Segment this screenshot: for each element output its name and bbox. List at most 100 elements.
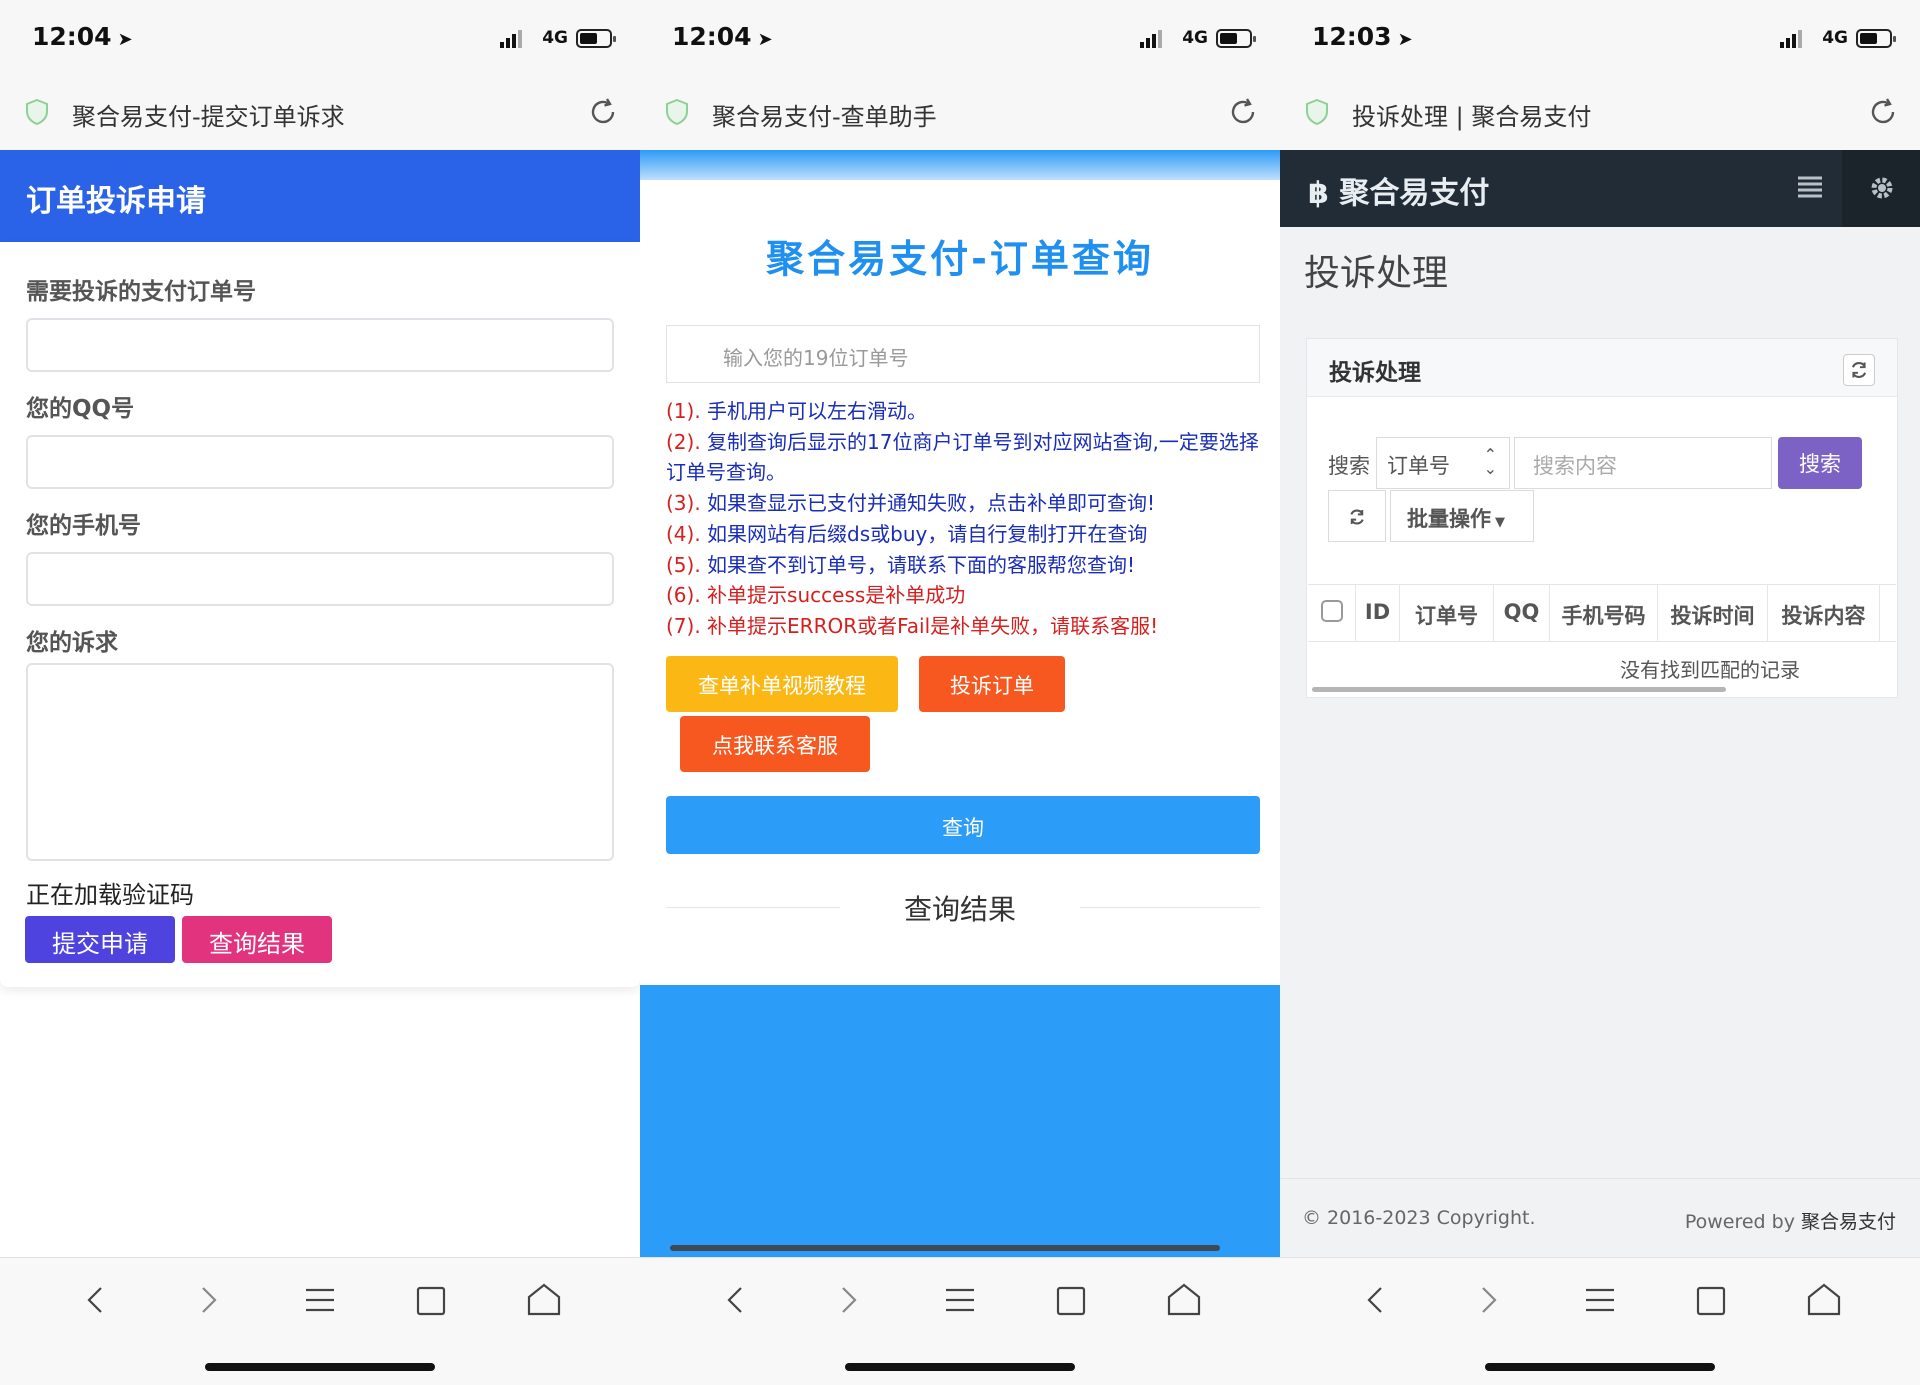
- appeal-label: 您的诉求: [26, 630, 118, 656]
- order-number-input[interactable]: [26, 318, 614, 372]
- query-page-title: 聚合易支付-订单查询: [766, 237, 1154, 281]
- column-header-qq[interactable]: QQ: [1494, 585, 1550, 641]
- column-header-id[interactable]: ID: [1356, 585, 1400, 641]
- tabs-icon[interactable]: [1692, 1280, 1732, 1320]
- column-header-order[interactable]: 订单号: [1400, 585, 1494, 641]
- reload-icon[interactable]: [1228, 97, 1258, 127]
- refresh-icon: [1350, 509, 1364, 525]
- menu-icon[interactable]: [300, 1280, 340, 1320]
- page-footer: © 2016-2023 Copyright. Powered by 聚合易支付: [1280, 1178, 1920, 1257]
- panel-refresh-button[interactable]: [1843, 354, 1875, 386]
- hamburger-icon[interactable]: [1796, 174, 1824, 200]
- query-result-button[interactable]: 查询结果: [182, 916, 332, 963]
- refresh-icon: [1851, 362, 1867, 378]
- status-bar: 12:03 ➤ 4G: [1280, 0, 1920, 75]
- home-icon[interactable]: [524, 1280, 564, 1320]
- order-search-input[interactable]: 输入您的19位订单号: [666, 325, 1260, 383]
- brand[interactable]: ฿ 聚合易支付: [1308, 168, 1489, 212]
- page-title-text: 投诉处理 | 聚合易支付: [1352, 103, 1592, 131]
- browser-bottom-nav: [1280, 1257, 1920, 1385]
- select-all-cell: [1308, 585, 1356, 641]
- admin-navbar: ฿ 聚合易支付: [1280, 150, 1920, 227]
- copyright-text: © 2016-2023 Copyright.: [1302, 1207, 1536, 1229]
- captcha-status: 正在加载验证码: [26, 881, 194, 909]
- settings-button[interactable]: [1842, 150, 1920, 227]
- top-banner: [640, 150, 1280, 180]
- shield-icon: [1306, 99, 1328, 125]
- contact-service-button[interactable]: 点我联系客服: [680, 716, 870, 772]
- reload-icon[interactable]: [1868, 97, 1898, 127]
- screenshot-triptych: 12:04 ➤ 4G 聚合易支付-提交订单诉求 订单投诉申请 需要投诉的支付订单号…: [0, 0, 1920, 1385]
- shield-icon: [26, 99, 48, 125]
- signal-icon: [1780, 30, 1804, 48]
- search-field-select[interactable]: 订单号 ⌃ ⌄: [1376, 437, 1510, 489]
- scroll-indicator: [670, 1245, 1220, 1251]
- back-icon[interactable]: [1356, 1280, 1396, 1320]
- browser-bottom-nav: [0, 1257, 640, 1385]
- search-content-input[interactable]: 搜索内容: [1514, 437, 1772, 489]
- horizontal-scrollbar[interactable]: [1312, 687, 1726, 692]
- complaint-form-screen: 12:04 ➤ 4G 聚合易支付-提交订单诉求 订单投诉申请 需要投诉的支付订单号…: [0, 0, 640, 1385]
- refresh-button[interactable]: [1328, 490, 1386, 542]
- menu-icon[interactable]: [940, 1280, 980, 1320]
- complaint-admin-screen: 12:03 ➤ 4G 投诉处理 | 聚合易支付 ฿ 聚合易支付 投诉处理 投诉处理: [1280, 0, 1920, 1385]
- back-icon[interactable]: [716, 1280, 756, 1320]
- page-title-text: 聚合易支付-查单助手: [712, 103, 937, 131]
- select-all-checkbox[interactable]: [1320, 600, 1343, 622]
- signal-icon: [500, 30, 524, 48]
- search-button[interactable]: 搜索: [1778, 437, 1862, 489]
- order-number-label: 需要投诉的支付订单号: [26, 279, 256, 305]
- menu-icon[interactable]: [1580, 1280, 1620, 1320]
- column-header-time[interactable]: 投诉时间: [1658, 585, 1768, 641]
- forward-icon[interactable]: [1468, 1280, 1508, 1320]
- network-label: 4G: [1182, 28, 1208, 48]
- location-arrow-icon: ➤: [757, 29, 773, 50]
- home-indicator: [1485, 1363, 1715, 1371]
- powered-by: Powered by 聚合易支付: [1684, 1211, 1896, 1233]
- column-header-content[interactable]: 投诉内容: [1768, 585, 1880, 641]
- address-bar[interactable]: 聚合易支付-提交订单诉求: [0, 75, 640, 150]
- back-icon[interactable]: [76, 1280, 116, 1320]
- forward-icon[interactable]: [828, 1280, 868, 1320]
- tip-item: (5). 如果查不到订单号，请联系下面的客服帮您查询!: [666, 552, 1136, 577]
- tutorial-button[interactable]: 查单补单视频教程: [666, 656, 898, 712]
- location-arrow-icon: ➤: [1397, 29, 1413, 50]
- qq-input[interactable]: [26, 435, 614, 489]
- submit-button[interactable]: 提交申请: [25, 916, 175, 963]
- tip-item: (3). 如果查显示已支付并通知失败，点击补单即可查询!: [666, 491, 1156, 516]
- home-icon[interactable]: [1804, 1280, 1844, 1320]
- query-button[interactable]: 查询: [666, 796, 1260, 854]
- reload-icon[interactable]: [588, 97, 618, 127]
- browser-bottom-nav: [640, 1257, 1280, 1385]
- tabs-icon[interactable]: [1052, 1280, 1092, 1320]
- complain-order-button[interactable]: 投诉订单: [919, 656, 1065, 712]
- result-title: 查询结果: [840, 888, 1080, 928]
- bitcoin-icon: ฿: [1308, 176, 1329, 211]
- powered-by-link[interactable]: 聚合易支付: [1801, 1211, 1896, 1233]
- appeal-textarea[interactable]: [26, 663, 614, 861]
- tip-item: (7). 补单提示ERROR或者Fail是补单失败，请联系客服!: [666, 613, 1159, 638]
- order-search-placeholder: 输入您的19位订单号: [723, 346, 909, 370]
- battery-icon: [576, 29, 616, 48]
- column-header-phone[interactable]: 手机号码: [1550, 585, 1658, 641]
- battery-icon: [1856, 29, 1896, 48]
- tip-item: (2). 复制查询后显示的17位商户订单号到对应网站查询,一定要选择订单号查询。: [666, 429, 1259, 485]
- address-bar[interactable]: 聚合易支付-查单助手: [640, 75, 1280, 150]
- address-bar[interactable]: 投诉处理 | 聚合易支付: [1280, 75, 1920, 150]
- signal-icon: [1140, 30, 1164, 48]
- phone-label: 您的手机号: [26, 513, 141, 539]
- page-title-text: 聚合易支付-提交订单诉求: [72, 103, 345, 131]
- table-header-border: [1308, 641, 1896, 642]
- tabs-icon[interactable]: [412, 1280, 452, 1320]
- status-bar: 12:04 ➤ 4G: [0, 0, 640, 75]
- batch-actions-dropdown[interactable]: 批量操作 ▼: [1390, 490, 1534, 542]
- status-time: 12:04 ➤: [32, 22, 133, 51]
- location-arrow-icon: ➤: [117, 29, 133, 50]
- tip-item: (1). 手机用户可以左右滑动。: [666, 399, 928, 423]
- status-bar: 12:04 ➤ 4G: [640, 0, 1280, 75]
- home-icon[interactable]: [1164, 1280, 1204, 1320]
- status-time: 12:04 ➤: [672, 22, 773, 51]
- panel-header: 投诉处理: [1307, 339, 1897, 397]
- phone-input[interactable]: [26, 552, 614, 606]
- forward-icon[interactable]: [188, 1280, 228, 1320]
